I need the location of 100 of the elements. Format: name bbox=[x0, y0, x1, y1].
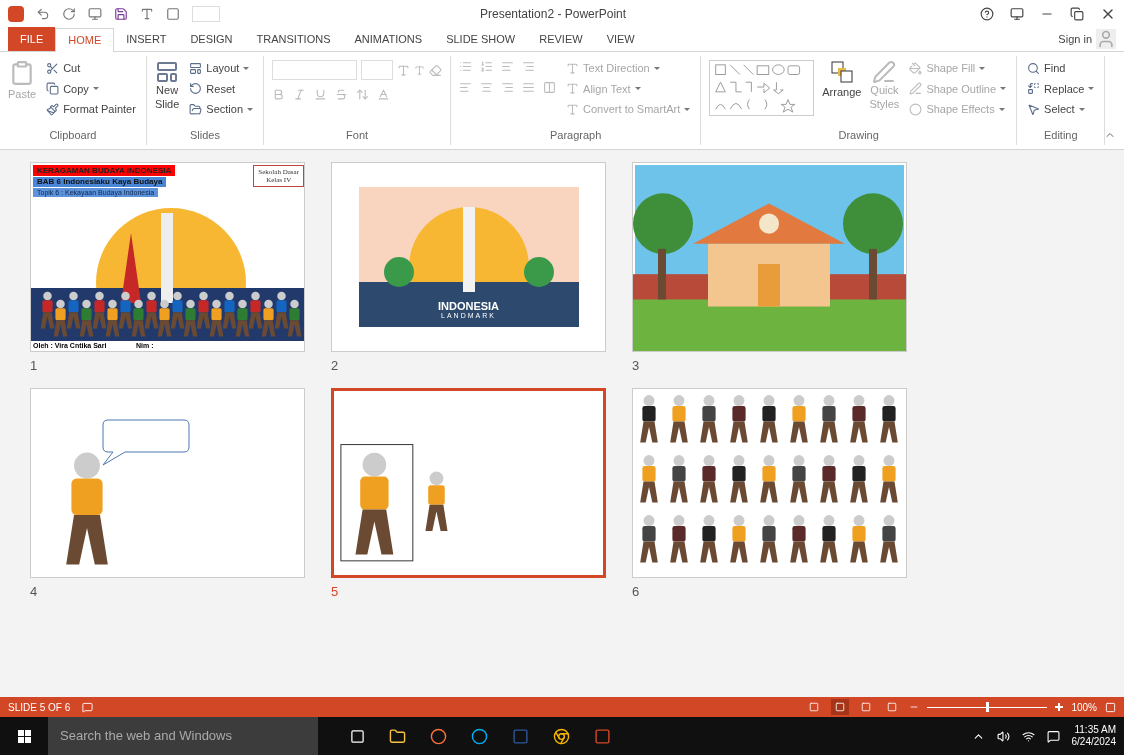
chrome-icon[interactable] bbox=[553, 727, 570, 745]
spacing-icon[interactable] bbox=[356, 88, 370, 101]
ribbon-tab[interactable]: SLIDE SHOW bbox=[434, 27, 528, 51]
columns-icon[interactable] bbox=[543, 81, 557, 94]
align-right-icon[interactable] bbox=[501, 81, 515, 94]
ribbon-tab[interactable]: HOME bbox=[55, 28, 115, 52]
ribbon-tab[interactable]: VIEW bbox=[594, 27, 647, 51]
ribbon-button[interactable]: Copy bbox=[44, 80, 138, 97]
taskbar-search-field[interactable]: Search the web and Windows bbox=[48, 717, 318, 755]
shape-icon[interactable] bbox=[166, 7, 180, 21]
ribbon-button[interactable]: Section bbox=[187, 101, 256, 118]
grow-font-icon[interactable] bbox=[397, 63, 411, 77]
caret-icon bbox=[243, 66, 250, 70]
ribbon-button[interactable]: Format Painter bbox=[44, 101, 138, 118]
ribbon-icon bbox=[909, 61, 923, 75]
font-name-field[interactable] bbox=[272, 60, 358, 80]
numbering-icon[interactable] bbox=[480, 60, 494, 73]
sign-in-link[interactable]: Sign in bbox=[1058, 30, 1092, 47]
cartoon-figure bbox=[820, 514, 838, 562]
cartoon-figure bbox=[118, 291, 133, 329]
indent-icon[interactable] bbox=[501, 60, 515, 73]
ribbon-icon bbox=[566, 61, 580, 75]
cartoon-figure bbox=[730, 514, 748, 562]
caret-icon bbox=[247, 107, 254, 111]
zoom-slider[interactable] bbox=[927, 702, 1048, 712]
ribbon-tab[interactable]: INSERT bbox=[114, 27, 179, 51]
ribbon-display-icon[interactable] bbox=[1010, 7, 1024, 21]
ribbon-button[interactable]: Reset bbox=[187, 80, 256, 97]
redo-icon[interactable] bbox=[62, 7, 76, 21]
ribbon-icon bbox=[909, 102, 923, 116]
slide-thumbnail[interactable] bbox=[331, 387, 606, 578]
arrange-button[interactable]: Arrange bbox=[822, 60, 862, 101]
ribbon-icon bbox=[909, 82, 923, 96]
clock-date[interactable]: 6/24/2024 bbox=[1071, 736, 1116, 749]
user-icon[interactable] bbox=[1096, 29, 1116, 49]
undo-icon[interactable] bbox=[36, 7, 50, 21]
notes-icon[interactable] bbox=[82, 701, 94, 713]
clear-format-icon[interactable] bbox=[429, 63, 443, 77]
group-label: Font bbox=[345, 127, 370, 143]
cartoon-figure bbox=[157, 299, 172, 337]
view-icon bbox=[887, 702, 898, 712]
ribbon-tab[interactable]: TRANSITIONS bbox=[244, 27, 343, 51]
fit-slide-icon[interactable] bbox=[1105, 701, 1116, 713]
ribbon-icon bbox=[189, 61, 203, 75]
save-icon[interactable] bbox=[114, 7, 128, 21]
underline-icon[interactable] bbox=[314, 88, 328, 101]
restore-icon[interactable] bbox=[1070, 7, 1084, 21]
ribbon-button[interactable]: Select bbox=[1025, 101, 1097, 118]
zoom-level[interactable]: 100% bbox=[1071, 699, 1097, 715]
slide-thumbnail[interactable] bbox=[30, 387, 305, 578]
caret-icon bbox=[1000, 87, 1007, 91]
shapes-gallery-drawing[interactable] bbox=[709, 60, 815, 116]
cartoon-figure bbox=[92, 291, 107, 329]
caret-icon bbox=[653, 66, 660, 70]
shrink-font-icon[interactable] bbox=[414, 64, 426, 76]
justify-icon[interactable] bbox=[522, 81, 536, 94]
slide-title: INDONESIA bbox=[437, 301, 500, 312]
clock-time[interactable]: 11:35 AM bbox=[1074, 723, 1116, 736]
ribbon-button[interactable]: Layout bbox=[187, 60, 256, 77]
cartoon-figure bbox=[700, 454, 718, 502]
ribbon-tab[interactable]: REVIEW bbox=[527, 27, 595, 51]
ribbon-icon bbox=[1027, 102, 1041, 116]
cartoon-figure bbox=[880, 514, 898, 562]
caret-icon bbox=[979, 66, 986, 70]
view-button[interactable] bbox=[831, 699, 850, 715]
strikethrough-icon[interactable] bbox=[335, 88, 349, 101]
volume-icon[interactable] bbox=[996, 729, 1010, 743]
slide-icon bbox=[155, 60, 180, 84]
ribbon-button[interactable]: Replace bbox=[1025, 80, 1097, 97]
font-size-field[interactable] bbox=[361, 60, 394, 80]
group-label: Clipboard bbox=[48, 127, 98, 143]
align-left-icon[interactable] bbox=[459, 81, 473, 94]
cartoon-figure bbox=[131, 299, 146, 337]
task-view-icon[interactable] bbox=[350, 728, 365, 744]
new-slide-button[interactable]: New Slide bbox=[154, 60, 180, 118]
arrange-icon bbox=[829, 60, 854, 84]
file-tab[interactable]: FILE bbox=[8, 27, 56, 51]
bullets-icon[interactable] bbox=[459, 60, 473, 73]
align-center-icon[interactable] bbox=[480, 81, 494, 94]
indent-icon[interactable] bbox=[522, 60, 536, 73]
slide-counter: SLIDE 5 OF 6 bbox=[8, 700, 71, 715]
wifi-icon[interactable] bbox=[1021, 729, 1035, 743]
italic-icon[interactable] bbox=[293, 88, 307, 101]
help-icon[interactable] bbox=[980, 7, 994, 21]
cartoon-figure bbox=[66, 291, 81, 329]
cartoon-figure bbox=[820, 394, 838, 442]
zoom-plus-icon[interactable] bbox=[1055, 703, 1064, 711]
bold-icon[interactable] bbox=[272, 88, 286, 101]
zoom-thumb[interactable] bbox=[986, 702, 990, 712]
notifications-icon[interactable] bbox=[1046, 729, 1060, 743]
cartoon-figure bbox=[209, 299, 224, 337]
ribbon-button[interactable]: Cut bbox=[44, 60, 138, 77]
group-label: Paragraph bbox=[548, 127, 603, 143]
font-color-icon[interactable] bbox=[377, 88, 391, 101]
ribbon-tab[interactable]: ANIMATIONS bbox=[342, 27, 435, 51]
folder-icon[interactable] bbox=[389, 727, 406, 745]
ribbon-tab[interactable]: DESIGN bbox=[178, 27, 245, 51]
slide-thumbnail[interactable] bbox=[632, 387, 907, 578]
ribbon-button[interactable]: Find bbox=[1025, 60, 1097, 77]
cartoon-figure bbox=[820, 454, 838, 502]
